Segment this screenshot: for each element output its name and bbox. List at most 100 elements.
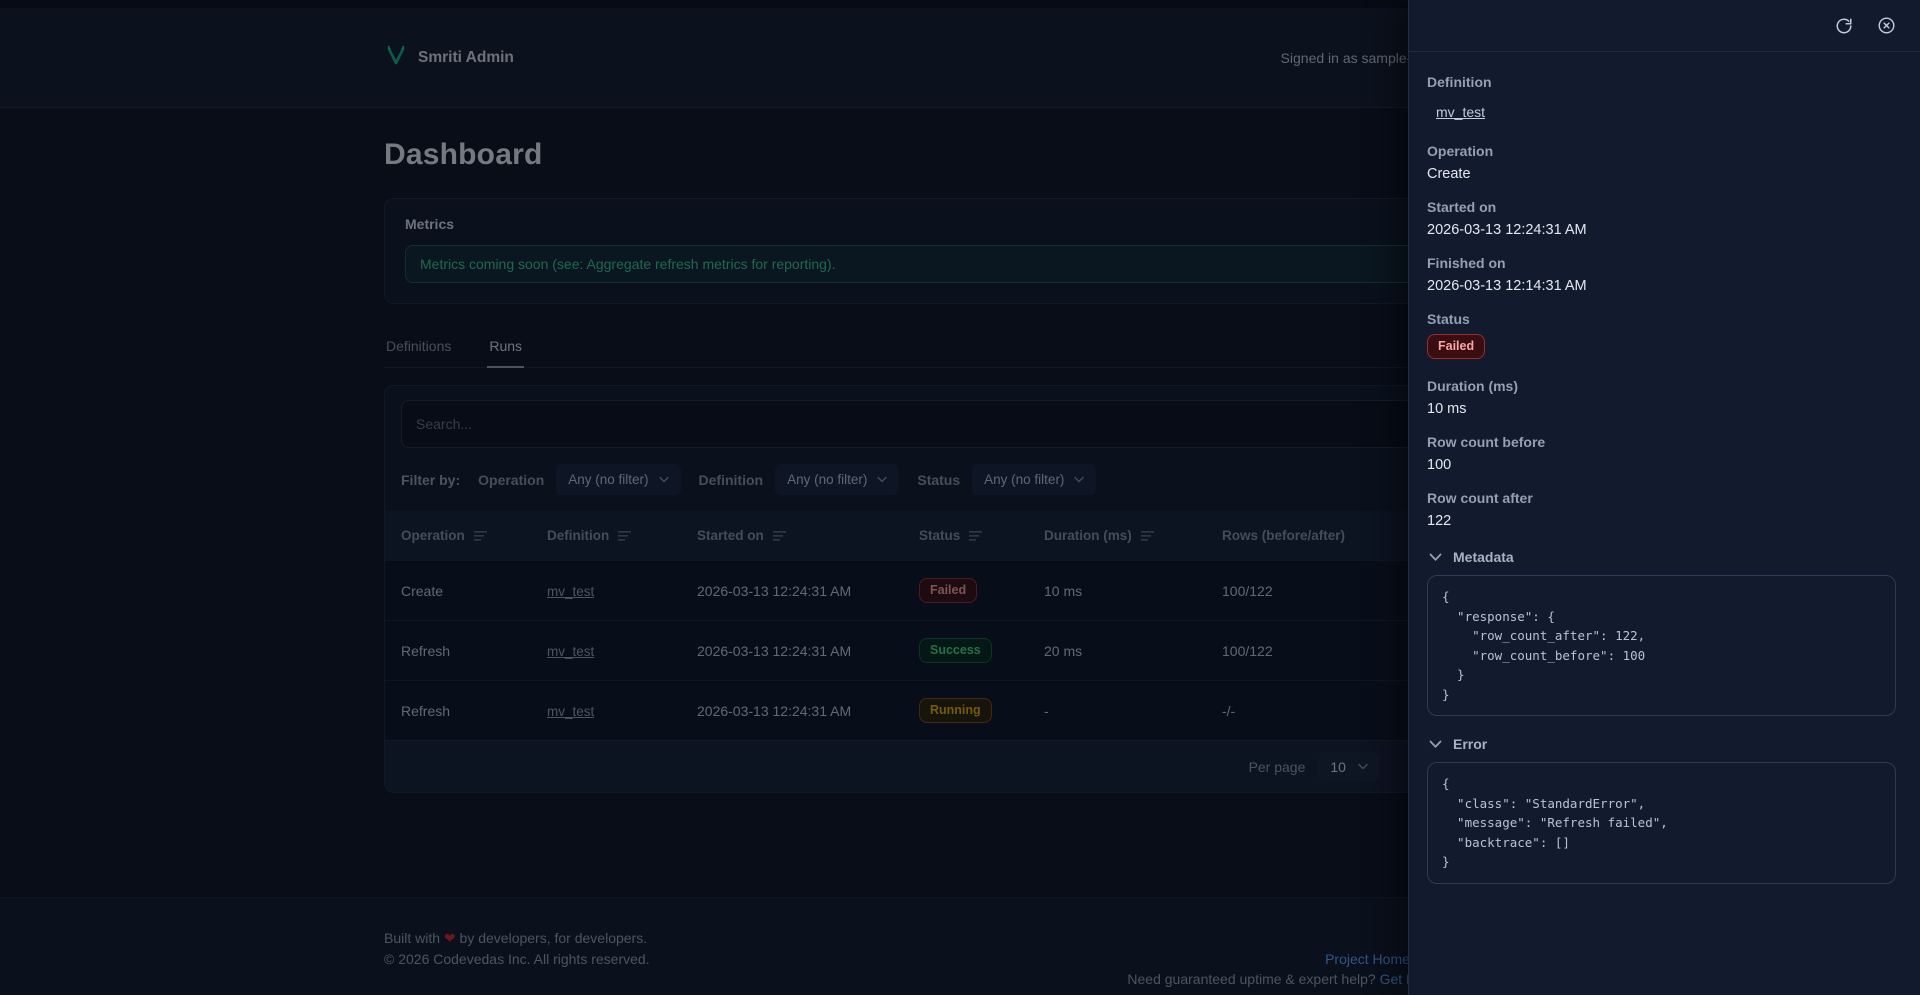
- filter-operation-value: Any (no filter): [568, 472, 648, 487]
- filter-operation-label: Operation: [478, 472, 544, 488]
- field-operation: Operation Create: [1427, 143, 1896, 182]
- status-badge: Success: [919, 638, 992, 663]
- chevron-down-icon: [1358, 763, 1368, 770]
- field-label: Duration (ms): [1427, 378, 1896, 394]
- status-badge: Failed: [1427, 334, 1485, 359]
- tab-runs[interactable]: Runs: [487, 330, 524, 368]
- filter-operation-select[interactable]: Any (no filter): [556, 464, 680, 495]
- close-icon[interactable]: [1877, 16, 1896, 35]
- sort-icon: [1141, 530, 1156, 542]
- definition-link[interactable]: mv_test: [1436, 104, 1485, 120]
- runs-table: Operation Definition Started on Status D…: [385, 511, 1535, 740]
- field-row-count-before: Row count before 100: [1427, 434, 1896, 473]
- field-value: Create: [1427, 166, 1896, 182]
- cell-operation: Create: [385, 561, 531, 621]
- field-value: 2026-03-13 12:14:31 AM: [1427, 278, 1896, 294]
- error-section-title: Error: [1453, 736, 1487, 752]
- definition-link[interactable]: mv_test: [547, 584, 594, 599]
- field-label: Finished on: [1427, 255, 1896, 271]
- sort-icon: [773, 530, 788, 542]
- status-badge: Running: [919, 698, 992, 723]
- refresh-icon[interactable]: [1835, 17, 1853, 35]
- field-value: 10 ms: [1427, 401, 1896, 417]
- field-duration: Duration (ms) 10 ms: [1427, 378, 1896, 417]
- field-label: Started on: [1427, 199, 1896, 215]
- column-header-definition[interactable]: Definition: [547, 528, 633, 543]
- filter-status-label: Status: [917, 472, 960, 488]
- field-label: Operation: [1427, 143, 1896, 159]
- per-page-value: 10: [1330, 759, 1346, 775]
- chevron-down-icon: [1429, 553, 1442, 562]
- column-label: Definition: [547, 528, 609, 543]
- heart-icon: ❤: [444, 930, 456, 946]
- column-header-rows: Rows (before/after): [1222, 528, 1345, 543]
- field-started-on: Started on 2026-03-13 12:24:31 AM: [1427, 199, 1896, 238]
- status-badge: Failed: [919, 578, 977, 603]
- column-header-status[interactable]: Status: [919, 528, 984, 543]
- metadata-section-toggle[interactable]: Metadata: [1429, 549, 1896, 565]
- column-label: Duration (ms): [1044, 528, 1132, 543]
- definition-link[interactable]: mv_test: [547, 704, 594, 719]
- metrics-card: Metrics Metrics coming soon (see: Aggreg…: [384, 198, 1536, 304]
- metadata-section-title: Metadata: [1453, 549, 1514, 565]
- sort-icon: [969, 530, 984, 542]
- field-label: Row count before: [1427, 434, 1896, 450]
- brand-name: Smriti Admin: [418, 49, 514, 67]
- sort-icon: [474, 530, 489, 542]
- chevron-down-icon: [877, 476, 887, 483]
- chevron-down-icon: [1429, 740, 1442, 749]
- chevron-down-icon: [1074, 476, 1084, 483]
- table-header-row: Operation Definition Started on Status D…: [385, 511, 1535, 561]
- drawer-header: [1409, 0, 1920, 52]
- column-header-operation[interactable]: Operation: [401, 528, 489, 543]
- field-definition: Definition mv_test: [1427, 74, 1896, 126]
- column-label: Operation: [401, 528, 465, 543]
- cell-duration: 20 ms: [1028, 621, 1206, 681]
- metrics-coming-soon-banner: Metrics coming soon (see: Aggregate refr…: [405, 245, 1515, 283]
- page-title: Dashboard: [384, 138, 1536, 172]
- field-finished-on: Finished on 2026-03-13 12:14:31 AM: [1427, 255, 1896, 294]
- definition-link[interactable]: mv_test: [547, 644, 594, 659]
- cell-duration: 10 ms: [1028, 561, 1206, 621]
- error-section-toggle[interactable]: Error: [1429, 736, 1896, 752]
- column-label: Started on: [697, 528, 764, 543]
- cell-operation: Refresh: [385, 681, 531, 741]
- filter-status-value: Any (no filter): [984, 472, 1064, 487]
- field-status: Status Failed: [1427, 311, 1896, 359]
- chevron-down-icon: [659, 476, 669, 483]
- per-page-label: Per page: [1249, 759, 1306, 775]
- drawer-body: Definition mv_test Operation Create Star…: [1409, 52, 1920, 924]
- metrics-card-title: Metrics: [405, 216, 1515, 232]
- metadata-json-block: { "response": { "row_count_after": 122, …: [1427, 575, 1896, 716]
- table-row[interactable]: Create mv_test 2026-03-13 12:24:31 AM Fa…: [385, 561, 1535, 621]
- cell-started-on: 2026-03-13 12:24:31 AM: [681, 681, 903, 741]
- field-value: 122: [1427, 513, 1896, 529]
- table-row[interactable]: Refresh mv_test 2026-03-13 12:24:31 AM R…: [385, 681, 1535, 741]
- tab-definitions[interactable]: Definitions: [384, 330, 453, 367]
- footer-copyright: © 2026 Codevedas Inc. All rights reserve…: [384, 949, 650, 970]
- filter-definition-select[interactable]: Any (no filter): [775, 464, 899, 495]
- column-header-duration[interactable]: Duration (ms): [1044, 528, 1156, 543]
- runs-panel: Filter by: Operation Any (no filter) Def…: [384, 385, 1536, 793]
- cell-started-on: 2026-03-13 12:24:31 AM: [681, 561, 903, 621]
- brand-logo-icon: [384, 43, 408, 72]
- error-json-block: { "class": "StandardError", "message": "…: [1427, 762, 1896, 884]
- cell-duration: -: [1028, 681, 1206, 741]
- per-page-select[interactable]: 10: [1319, 752, 1379, 782]
- brand: Smriti Admin: [384, 43, 514, 72]
- field-label: Row count after: [1427, 490, 1896, 506]
- field-label: Status: [1427, 311, 1896, 327]
- filter-status-select[interactable]: Any (no filter): [972, 464, 1096, 495]
- column-header-started-on[interactable]: Started on: [697, 528, 788, 543]
- filter-row: Filter by: Operation Any (no filter) Def…: [385, 448, 1535, 497]
- run-detail-drawer: Definition mv_test Operation Create Star…: [1408, 0, 1920, 995]
- footer-left: Built with ❤ by developers, for develope…: [384, 898, 650, 995]
- field-row-count-after: Row count after 122: [1427, 490, 1896, 529]
- pagination: Per page 10 « ‹ › »: [385, 740, 1535, 792]
- search-input[interactable]: [401, 400, 1519, 448]
- column-label: Status: [919, 528, 960, 543]
- table-row[interactable]: Refresh mv_test 2026-03-13 12:24:31 AM S…: [385, 621, 1535, 681]
- field-value: 2026-03-13 12:24:31 AM: [1427, 222, 1896, 238]
- sort-icon: [618, 530, 633, 542]
- support-text: Need guaranteed uptime & expert help?: [1127, 971, 1375, 987]
